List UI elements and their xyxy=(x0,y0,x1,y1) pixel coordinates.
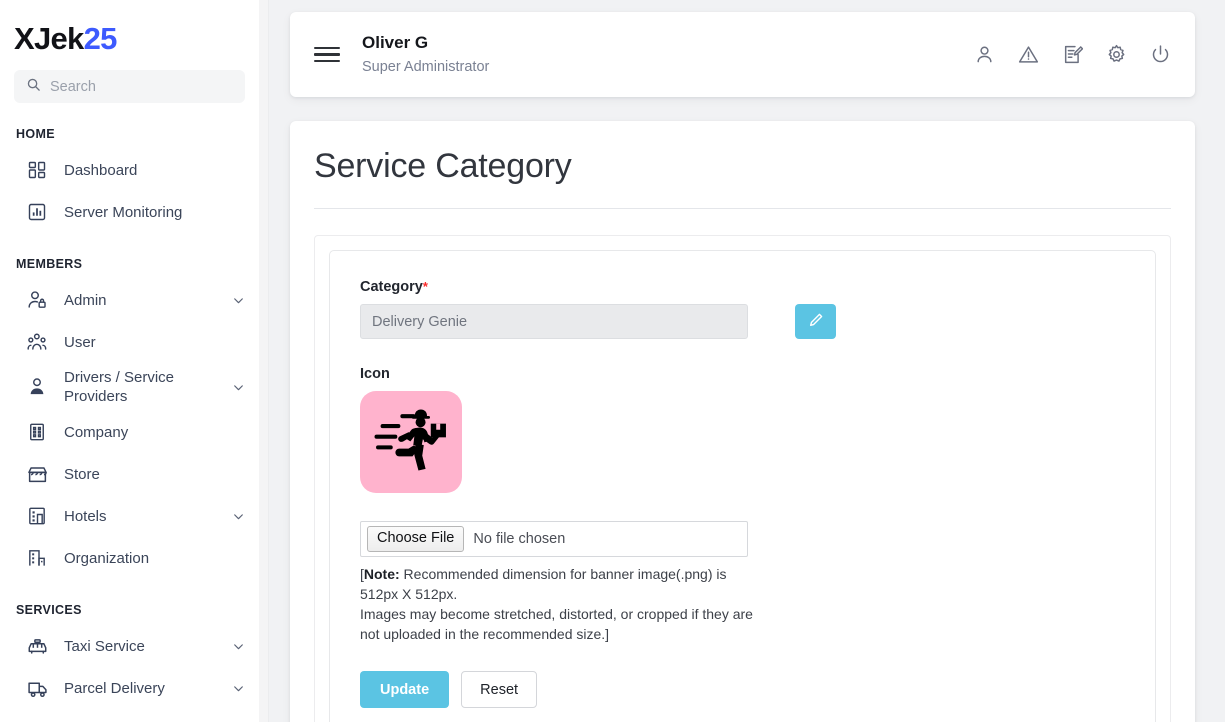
reset-button[interactable]: Reset xyxy=(461,671,537,708)
topbar-actions xyxy=(973,44,1171,66)
edit-document-icon[interactable] xyxy=(1061,44,1083,66)
search-icon xyxy=(26,77,41,97)
sidebar-item-company[interactable]: Company xyxy=(0,411,259,453)
bar-chart-icon xyxy=(26,201,48,223)
sidebar-item-admin[interactable]: Admin xyxy=(0,279,259,321)
sidebar-section-label: SERVICES xyxy=(0,579,259,625)
icon-file-input[interactable]: Choose File No file chosen xyxy=(360,521,748,557)
sidebar-item-label: Hotels xyxy=(64,507,231,526)
note-line-1: Recommended dimension for banner image(.… xyxy=(360,566,727,602)
topbar: Oliver G Super Administrator xyxy=(290,12,1195,97)
brand-logo-accent: 25 xyxy=(84,21,117,56)
search-box[interactable] xyxy=(14,70,245,103)
power-icon[interactable] xyxy=(1149,44,1171,66)
sidebar-item-server-monitoring[interactable]: Server Monitoring xyxy=(0,191,259,233)
sidebar-item-parcel-delivery[interactable]: Parcel Delivery xyxy=(0,667,259,709)
update-button[interactable]: Update xyxy=(360,671,449,708)
chevron-down-icon[interactable] xyxy=(231,682,245,695)
gear-icon[interactable] xyxy=(1105,44,1127,66)
building-icon xyxy=(26,421,48,443)
sidebar-item-store[interactable]: Store xyxy=(0,453,259,495)
sidebar-item-label: Dashboard xyxy=(64,161,245,180)
hotel-building-icon xyxy=(26,505,48,527)
category-label: Category* xyxy=(360,279,1125,295)
user-name: Oliver G xyxy=(362,32,973,55)
sidebar-nav: HOME Dashboard Server Monitoring MEMBERS Adm… xyxy=(0,103,259,709)
sidebar-item-dashboard[interactable]: Dashboard xyxy=(0,149,259,191)
sidebar-item-taxi-service[interactable]: Taxi Service xyxy=(0,625,259,667)
category-label-text: Category xyxy=(360,279,423,295)
page-title: Service Category xyxy=(314,147,1171,209)
driver-person-icon xyxy=(26,376,48,398)
edit-category-button[interactable] xyxy=(795,304,836,339)
pencil-icon xyxy=(808,312,824,331)
required-marker: * xyxy=(423,279,428,294)
parcel-truck-icon xyxy=(26,677,48,699)
sidebar-item-organization[interactable]: Organization xyxy=(0,537,259,579)
sidebar-item-drivers-service-providers[interactable]: Drivers / Service Providers xyxy=(0,363,259,411)
chevron-down-icon[interactable] xyxy=(231,294,245,307)
form-panel: Category* xyxy=(314,235,1171,722)
chevron-down-icon[interactable] xyxy=(231,381,245,394)
sidebar-item-label: Parcel Delivery xyxy=(64,679,231,698)
delivery-runner-icon xyxy=(373,407,449,478)
storefront-icon xyxy=(26,463,48,485)
sidebar-item-user[interactable]: User xyxy=(0,321,259,363)
alert-triangle-icon[interactable] xyxy=(1017,44,1039,66)
form-inner: Category* xyxy=(329,250,1156,722)
sidebar-item-label: Taxi Service xyxy=(64,637,231,656)
sidebar-item-label: User xyxy=(64,333,245,352)
form-actions: Update Reset xyxy=(360,671,1125,708)
icon-preview xyxy=(360,391,462,493)
chevron-down-icon[interactable] xyxy=(231,640,245,653)
topbar-user: Oliver G Super Administrator xyxy=(362,32,973,77)
sidebar-item-label: Admin xyxy=(64,291,231,310)
main-area: Oliver G Super Administrator xyxy=(259,0,1225,722)
dashboard-grid-icon xyxy=(26,159,48,181)
sidebar-item-label: Store xyxy=(64,465,245,484)
main-scrollbar[interactable] xyxy=(259,0,269,722)
brand-logo-text: XJek xyxy=(14,21,84,56)
sidebar-section-label: HOME xyxy=(0,103,259,149)
app-root: XJek25 HOME Dashboard Server Monitoring MEM… xyxy=(0,0,1225,722)
organization-building-icon xyxy=(26,547,48,569)
sidebar-search xyxy=(0,62,259,103)
icon-label: Icon xyxy=(360,366,1125,382)
sidebar-item-label: Server Monitoring xyxy=(64,203,245,222)
note-bold: Note: xyxy=(364,566,400,582)
users-group-icon xyxy=(26,331,48,353)
profile-icon[interactable] xyxy=(973,44,995,66)
sidebar-item-label: Drivers / Service Providers xyxy=(64,368,231,406)
sidebar-section-label: MEMBERS xyxy=(0,233,259,279)
brand-logo[interactable]: XJek25 xyxy=(0,0,259,62)
user-lock-icon xyxy=(26,289,48,311)
hamburger-icon[interactable] xyxy=(314,47,340,63)
note-line-2: Images may become stretched, distorted, … xyxy=(360,606,753,642)
file-row: Choose File No file chosen [Note: Recomm… xyxy=(360,521,1125,644)
sidebar: XJek25 HOME Dashboard Server Monitoring MEM… xyxy=(0,0,259,722)
category-row xyxy=(360,304,1125,339)
upload-note: [Note: Recommended dimension for banner … xyxy=(360,564,755,644)
chevron-down-icon[interactable] xyxy=(231,510,245,523)
file-status-text: No file chosen xyxy=(473,531,565,547)
choose-file-button[interactable]: Choose File xyxy=(367,526,464,551)
user-role: Super Administrator xyxy=(362,57,973,77)
category-input[interactable] xyxy=(360,304,748,339)
sidebar-item-label: Company xyxy=(64,423,245,442)
taxi-icon xyxy=(26,635,48,657)
content-card: Service Category Category* xyxy=(290,121,1195,722)
sidebar-item-label: Organization xyxy=(64,549,245,568)
search-input[interactable] xyxy=(50,79,233,95)
sidebar-item-hotels[interactable]: Hotels xyxy=(0,495,259,537)
